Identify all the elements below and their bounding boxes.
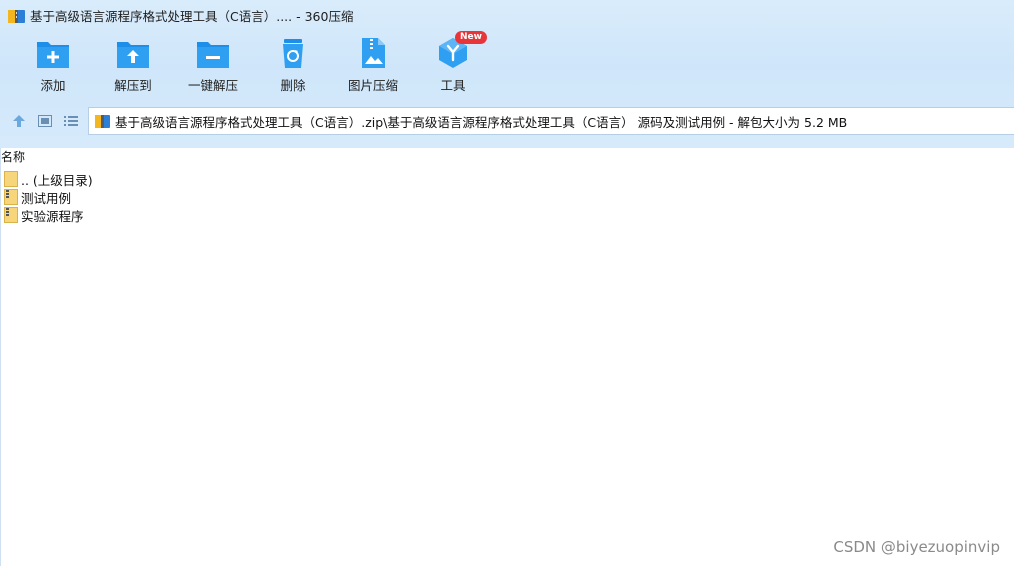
recycle-bin-icon	[283, 39, 303, 68]
extract-to-label: 解压到	[114, 78, 152, 93]
add-button[interactable]: 添加	[13, 36, 93, 96]
one-click-extract-button[interactable]: 一键解压	[173, 36, 253, 96]
window-chrome: 基于高级语言源程序格式处理工具（C语言）.... - 360压缩 添加 解压到	[0, 0, 1014, 148]
title-bar: 基于高级语言源程序格式处理工具（C语言）.... - 360压缩	[0, 0, 1014, 30]
list-view-icon	[64, 116, 78, 126]
navigation-bar: 基于高级语言源程序格式处理工具（C语言）.zip\基于高级语言源程序格式处理工具…	[0, 104, 1014, 138]
zip-folder-icon	[4, 207, 18, 223]
image-compress-icon	[362, 38, 385, 68]
folder-icon	[4, 171, 18, 187]
watermark: CSDN @biyezuopinvip	[833, 538, 1000, 556]
list-item[interactable]: 实验源程序	[4, 206, 93, 224]
address-path: 基于高级语言源程序格式处理工具（C语言）.zip\基于高级语言源程序格式处理工具…	[115, 114, 848, 130]
toolbar: 添加 解压到 一键解压 删除 图片压缩 New 工具	[13, 31, 493, 96]
one-click-extract-label: 一键解压	[187, 78, 238, 93]
archive-icon	[95, 115, 110, 128]
delete-button[interactable]: 删除	[253, 36, 333, 96]
column-header-name[interactable]: 名称	[1, 148, 25, 164]
list-item-name: 实验源程序	[21, 208, 84, 224]
zip-folder-icon	[4, 189, 18, 205]
up-level-button[interactable]	[6, 108, 32, 134]
extract-to-button[interactable]: 解压到	[93, 36, 173, 96]
app-logo-icon	[8, 9, 25, 23]
up-arrow-icon	[13, 115, 25, 127]
list-item[interactable]: .. (上级目录)	[4, 170, 93, 188]
list-item-name: .. (上级目录)	[21, 172, 93, 188]
one-click-extract-icon	[197, 42, 229, 68]
window-title: 基于高级语言源程序格式处理工具（C语言）.... - 360压缩	[30, 8, 354, 24]
image-compress-label: 图片压缩	[347, 78, 398, 93]
add-label: 添加	[40, 78, 66, 93]
list-item[interactable]: 测试用例	[4, 188, 93, 206]
tools-label: 工具	[440, 78, 466, 93]
left-border	[0, 148, 1, 566]
address-bar[interactable]: 基于高级语言源程序格式处理工具（C语言）.zip\基于高级语言源程序格式处理工具…	[88, 107, 1014, 135]
thumbnail-view-button[interactable]	[32, 108, 58, 134]
add-folder-icon	[37, 42, 69, 68]
extract-to-folder-icon	[117, 42, 149, 68]
delete-label: 删除	[280, 78, 306, 93]
list-item-name: 测试用例	[21, 190, 72, 206]
list-view-button[interactable]	[58, 108, 84, 134]
file-list: .. (上级目录) 测试用例 实验源程序	[4, 170, 93, 224]
image-compress-button[interactable]: 图片压缩	[333, 36, 413, 96]
tools-button[interactable]: New 工具	[413, 31, 493, 96]
new-badge: New	[455, 31, 487, 44]
thumbnail-view-icon	[38, 115, 52, 127]
